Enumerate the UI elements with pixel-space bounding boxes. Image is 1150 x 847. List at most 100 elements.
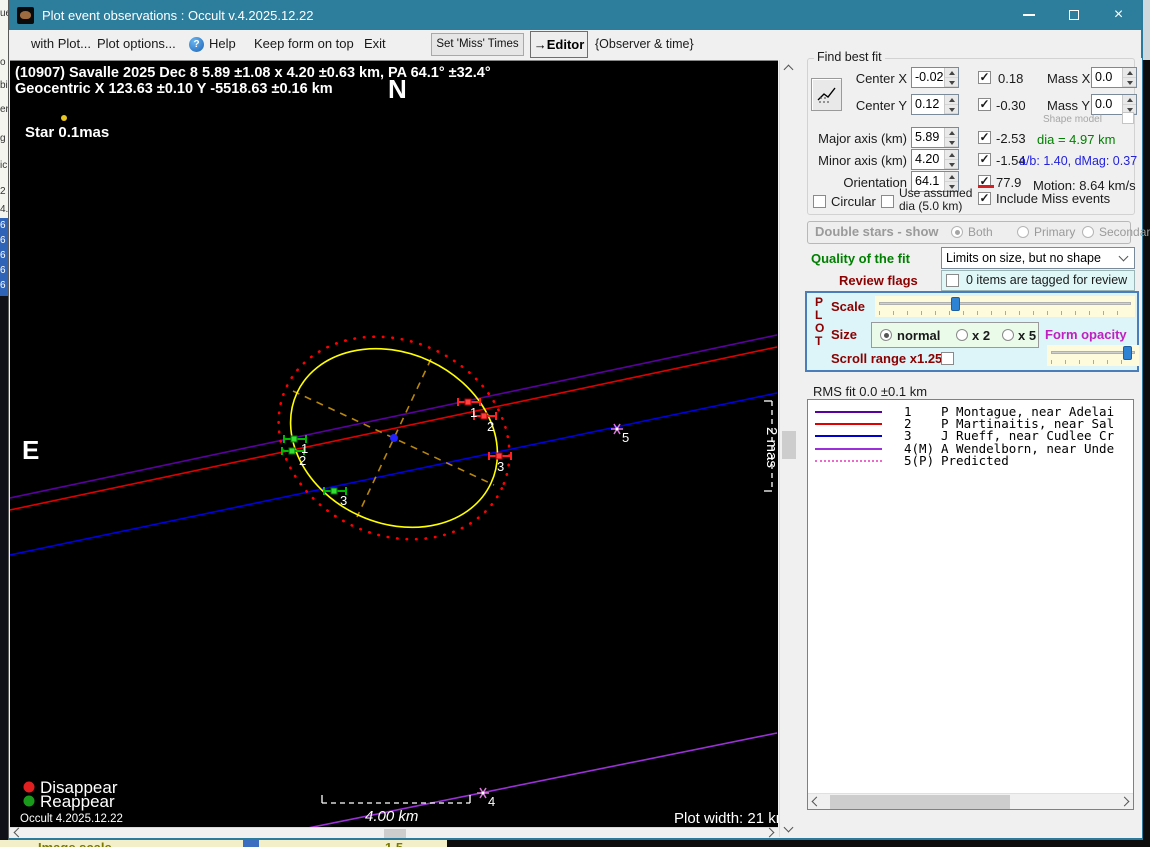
main-window: Plot event observations : Occult v.4.202… bbox=[8, 0, 1150, 840]
quality-combobox[interactable]: Limits on size, but no shape bbox=[941, 247, 1135, 269]
scroll-range-checkbox[interactable] bbox=[941, 352, 954, 365]
include-miss-label: Include Miss events bbox=[996, 191, 1111, 206]
scroll-range-label: Scroll range x1.25 bbox=[831, 351, 943, 366]
plot-vertical-scrollbar[interactable] bbox=[779, 60, 798, 837]
plot-vscroll-thumb[interactable] bbox=[782, 431, 796, 459]
menu-exit[interactable]: Exit bbox=[364, 36, 386, 51]
svg-text:4: 4 bbox=[488, 794, 495, 809]
plot-letter-t: T bbox=[815, 334, 823, 348]
minor-axis-checkbox[interactable] bbox=[978, 152, 991, 166]
observer-line-swatch bbox=[815, 423, 882, 426]
menu-with-plot[interactable]: with Plot... bbox=[31, 36, 91, 51]
center-x-spinner[interactable]: -0.02 bbox=[911, 67, 959, 88]
set-miss-times-button[interactable]: Set 'Miss' Times bbox=[431, 33, 524, 56]
form-opacity-thumb[interactable] bbox=[1123, 346, 1132, 360]
svg-text:1: 1 bbox=[470, 405, 477, 420]
background-right-strip bbox=[1143, 0, 1150, 60]
minimize-button[interactable] bbox=[1006, 0, 1051, 30]
observer-time-label: {Observer & time} bbox=[595, 37, 694, 51]
major-axis-spinner[interactable]: 5.89 bbox=[911, 127, 959, 148]
east-label: E bbox=[22, 435, 39, 465]
window-title: Plot event observations : Occult v.4.202… bbox=[42, 7, 314, 23]
size-normal-label: normal bbox=[897, 328, 941, 343]
include-miss-checkbox[interactable] bbox=[978, 191, 991, 205]
double-primary-label: Primary bbox=[1034, 225, 1076, 239]
editor-button[interactable]: →Editor bbox=[530, 31, 588, 58]
scale-bar-label: 4.00 km bbox=[365, 808, 418, 825]
review-flags-checkbox[interactable] bbox=[946, 274, 959, 287]
plot-letter-l: L bbox=[815, 308, 823, 322]
menu-plot-options[interactable]: Plot options... bbox=[97, 36, 176, 51]
north-label: N bbox=[388, 74, 407, 104]
dia-label: dia = 4.97 km bbox=[1037, 132, 1116, 147]
screen: ueobiergic24.66666 Image scale 1.5 Plot … bbox=[0, 0, 1150, 847]
double-both-radio[interactable] bbox=[951, 226, 963, 238]
svg-text:3: 3 bbox=[340, 493, 347, 508]
help-icon[interactable]: ? bbox=[189, 37, 204, 52]
major-axis-checkbox[interactable] bbox=[978, 130, 991, 144]
shape-model-checkbox[interactable] bbox=[1122, 112, 1134, 124]
review-flags-label: Review flags bbox=[839, 273, 918, 288]
quality-label: Quality of the fit bbox=[811, 251, 910, 266]
circular-checkbox[interactable] bbox=[813, 195, 826, 208]
review-flags-box: 0 items are tagged for review bbox=[941, 270, 1135, 291]
scale-slider[interactable] bbox=[875, 296, 1135, 317]
double-secondary-radio[interactable] bbox=[1082, 226, 1094, 238]
double-both-label: Both bbox=[968, 225, 993, 239]
double-primary-radio[interactable] bbox=[1017, 226, 1029, 238]
use-assumed-label-2: dia (5.0 km) bbox=[899, 199, 963, 213]
size-normal-radio[interactable] bbox=[880, 329, 892, 341]
observers-hscroll-thumb[interactable] bbox=[830, 795, 1010, 809]
svg-text:2: 2 bbox=[487, 419, 494, 434]
observers-list[interactable]: 1P Montague, near Adelai 2 P Martinaitis, … bbox=[807, 399, 1134, 810]
center-y-checkbox[interactable] bbox=[978, 97, 991, 111]
minor-axis-spinner[interactable]: 4.20 bbox=[911, 149, 959, 170]
minor-axis-label: Minor axis (km) bbox=[818, 153, 907, 168]
disappear-legend-dot bbox=[23, 781, 35, 793]
control-panel: Find best fit Center X -0.02 0.18 Mass X… bbox=[801, 50, 1150, 838]
svg-text:2: 2 bbox=[299, 453, 306, 468]
plot-hscroll-thumb[interactable] bbox=[384, 829, 406, 838]
observer-line-swatch bbox=[815, 435, 882, 438]
double-secondary-label: Secondary bbox=[1099, 225, 1150, 239]
double-stars-label: Double stars - show bbox=[815, 224, 939, 239]
close-button[interactable]: × bbox=[1096, 0, 1141, 30]
observer-name: Predicted bbox=[941, 452, 1009, 468]
center-y-residual: -0.30 bbox=[996, 98, 1026, 113]
major-axis-residual: -2.53 bbox=[996, 131, 1026, 146]
mass-x-spinner[interactable]: 0.0 bbox=[1091, 67, 1137, 88]
plot-title-line1: (10907) Savalle 2025 Dec 8 5.89 ±1.08 x … bbox=[15, 65, 491, 81]
size-x2-radio[interactable] bbox=[956, 329, 968, 341]
plot-letter-o: O bbox=[815, 321, 825, 335]
maximize-button[interactable] bbox=[1051, 0, 1096, 30]
observers-hscroll[interactable] bbox=[808, 793, 1133, 809]
plot-title-line2: Geocentric X 123.63 ±0.10 Y -5518.63 ±0.… bbox=[15, 81, 333, 97]
observer-line-swatch bbox=[815, 447, 882, 450]
size-x5-radio[interactable] bbox=[1002, 329, 1014, 341]
plot-width-label: Plot width: 21 km bbox=[674, 810, 778, 827]
menu-keep-on-top[interactable]: Keep form on top bbox=[254, 36, 354, 51]
plot-horizontal-scrollbar[interactable] bbox=[10, 827, 778, 838]
size-x5-label: x 5 bbox=[1018, 328, 1037, 343]
circular-label: Circular bbox=[831, 194, 876, 209]
observer-line-swatch bbox=[815, 459, 882, 462]
reappear-legend-label: Reappear bbox=[40, 792, 115, 811]
use-assumed-checkbox[interactable] bbox=[881, 195, 894, 208]
observer-row[interactable]: 5(P) Predicted bbox=[808, 452, 1133, 468]
scale-slider-thumb[interactable] bbox=[951, 297, 960, 311]
ellipse-center-dot bbox=[390, 434, 398, 442]
shape-model-label: Shape model bbox=[1043, 114, 1102, 125]
plot-canvas[interactable]: 1 2 3 1 2 3 5 4 4.00 km mas (10907) Sava… bbox=[10, 60, 778, 827]
center-x-label: Center X bbox=[855, 71, 907, 86]
mas-bracket-label: 2 mas bbox=[763, 427, 778, 468]
star-dot bbox=[61, 115, 67, 121]
menu-help[interactable]: Help bbox=[209, 36, 236, 51]
mass-x-label: Mass X bbox=[1047, 71, 1091, 86]
center-x-checkbox[interactable] bbox=[978, 70, 991, 84]
plot-settings-box: P L O T Scale Size normal x 2 x 5 Form o… bbox=[805, 291, 1139, 372]
form-opacity-slider[interactable] bbox=[1047, 345, 1139, 366]
reappear-legend-dot bbox=[23, 795, 35, 807]
form-opacity-label: Form opacity bbox=[1045, 327, 1127, 342]
svg-text:5: 5 bbox=[622, 430, 629, 445]
center-y-spinner[interactable]: 0.12 bbox=[911, 94, 959, 115]
